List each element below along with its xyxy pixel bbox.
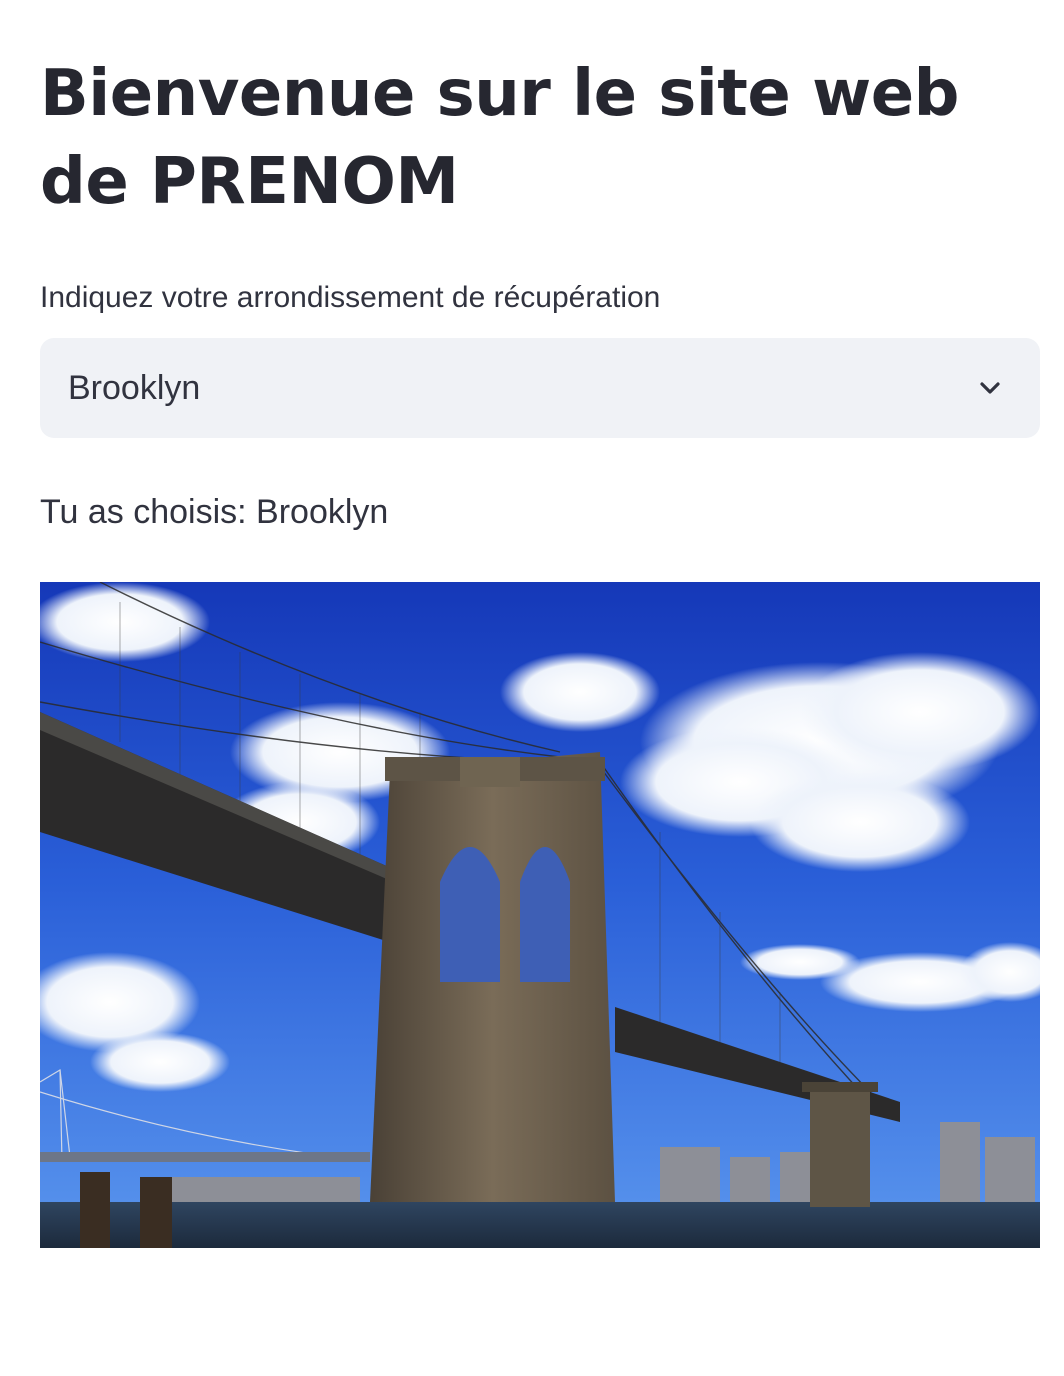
borough-select-label: Indiquez votre arrondissement de récupér… (40, 281, 661, 314)
selection-result-text: Tu as choisis: Brooklyn (40, 493, 389, 531)
borough-select-value: Brooklyn (68, 369, 201, 407)
borough-select[interactable]: Brooklyn (40, 338, 1040, 438)
page-title: Bienvenue sur le site web de PRENOM (40, 57, 959, 219)
brooklyn-bridge-photo (40, 582, 1040, 1248)
chevron-down-icon[interactable] (978, 376, 1002, 400)
